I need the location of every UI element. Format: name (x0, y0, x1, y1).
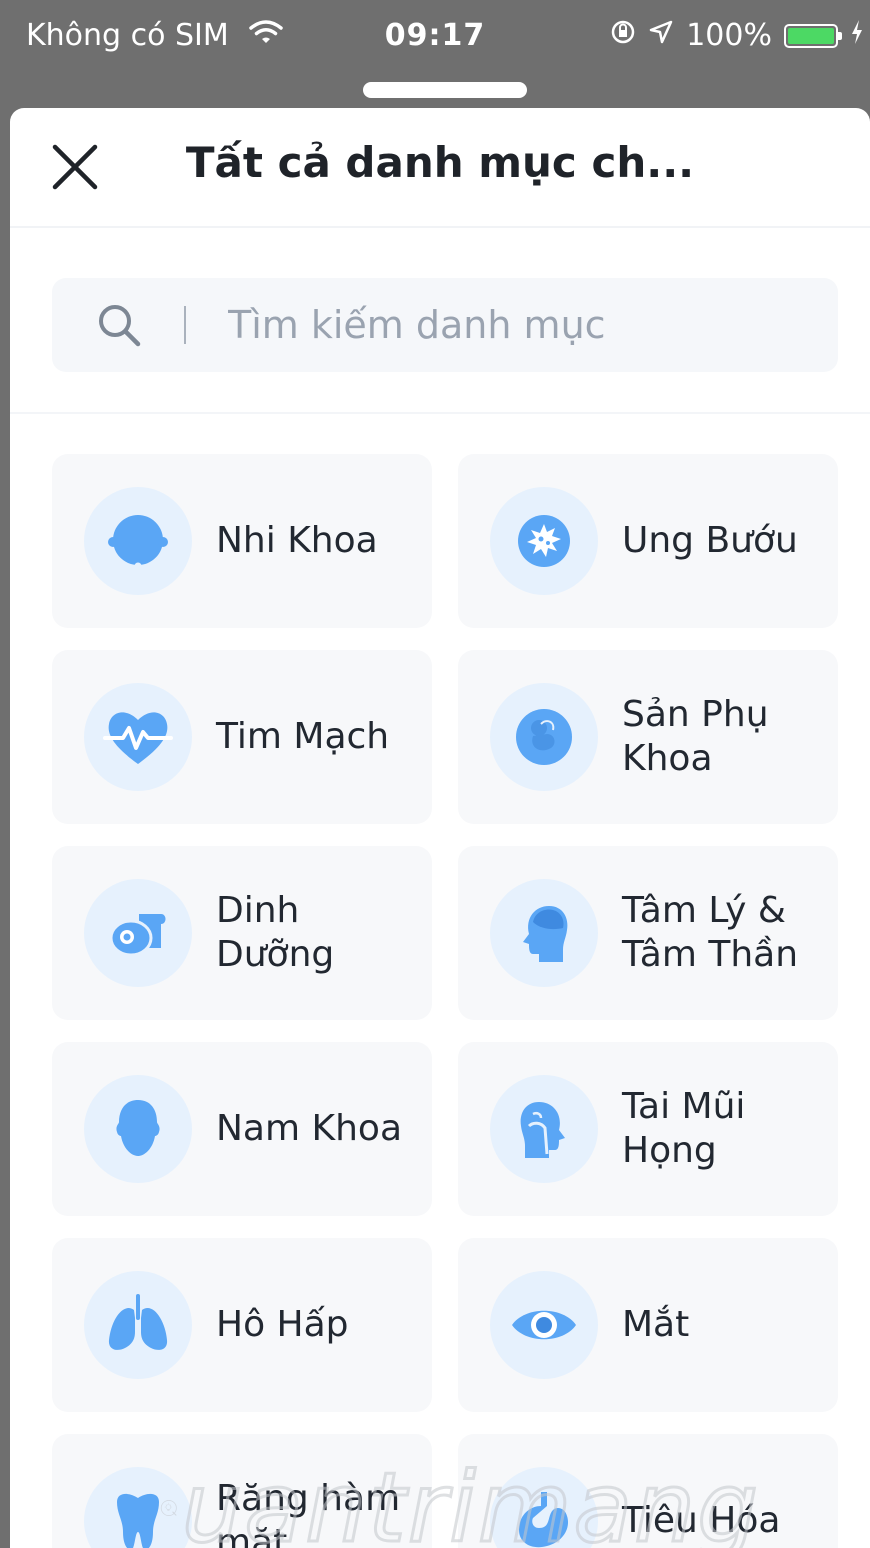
category-label: Tâm Lý & Tâm Thần (622, 890, 799, 975)
category-grid: Nhi Khoa Ung Bướu Tim Mạch Sản Phụ Khoa … (52, 454, 838, 1548)
ent-head-icon (490, 1075, 598, 1183)
category-label: Nam Khoa (216, 1108, 403, 1149)
status-bar: Không có SIM 09:17 100% (0, 0, 870, 72)
fetus-icon (490, 683, 598, 791)
category-label: Dinh Dưỡng (216, 890, 335, 975)
heart-pulse-icon (84, 683, 192, 791)
head-brain-icon (490, 879, 598, 987)
battery-percent: 100% (686, 18, 772, 53)
text-cursor (184, 306, 186, 344)
category-card-ho-hap[interactable]: Hô Hấp (52, 1238, 432, 1412)
sheet-header: Tất cả danh mục ch... (10, 108, 870, 228)
status-right: 100% (610, 18, 864, 53)
category-label: Nhi Khoa (216, 520, 378, 561)
category-label: Mắt (622, 1304, 690, 1345)
category-card-tieu-hoa[interactable]: Tiêu Hóa (458, 1434, 838, 1548)
charging-icon (850, 18, 864, 53)
battery-icon (784, 23, 842, 48)
category-card-san-phu-khoa[interactable]: Sản Phụ Khoa (458, 650, 838, 824)
eye-icon (490, 1271, 598, 1379)
category-card-mat[interactable]: Mắt (458, 1238, 838, 1412)
egg-bread-icon (84, 879, 192, 987)
lungs-icon (84, 1271, 192, 1379)
category-label: Hô Hấp (216, 1304, 349, 1345)
search-input[interactable] (226, 302, 790, 348)
baby-head-icon (84, 487, 192, 595)
category-label: Tai Mũi Họng (622, 1086, 746, 1171)
stomach-icon (490, 1467, 598, 1548)
category-card-ung-buou[interactable]: Ung Bướu (458, 454, 838, 628)
category-label: Tiêu Hóa (622, 1500, 781, 1541)
search-bar[interactable] (52, 278, 838, 372)
category-card-tai-mui-hong[interactable]: Tai Mũi Họng (458, 1042, 838, 1216)
category-card-nam-khoa[interactable]: Nam Khoa (52, 1042, 432, 1216)
search-section (10, 228, 870, 414)
page-title: Tất cả danh mục ch... (185, 138, 695, 187)
location-icon (648, 18, 674, 53)
category-card-dinh-duong[interactable]: Dinh Dưỡng (52, 846, 432, 1020)
category-label: Sản Phụ Khoa (622, 694, 769, 779)
tooth-icon (84, 1467, 192, 1548)
category-label: Răng hàm mặt (216, 1478, 401, 1548)
rotation-lock-icon (610, 18, 636, 53)
category-card-tim-mach[interactable]: Tim Mạch (52, 650, 432, 824)
sheet-grabber[interactable] (363, 82, 527, 98)
category-label: Ung Bướu (622, 520, 798, 561)
male-head-icon (84, 1075, 192, 1183)
category-card-nhi-khoa[interactable]: Nhi Khoa (52, 454, 432, 628)
search-icon (94, 300, 144, 350)
category-card-tam-ly[interactable]: Tâm Lý & Tâm Thần (458, 846, 838, 1020)
cancer-cell-icon (490, 487, 598, 595)
category-sheet: Tất cả danh mục ch... Tìm kiếm danh mục … (10, 108, 870, 1548)
category-card-rang-ham-mat[interactable]: Răng hàm mặt (52, 1434, 432, 1548)
category-label: Tim Mạch (216, 716, 390, 757)
